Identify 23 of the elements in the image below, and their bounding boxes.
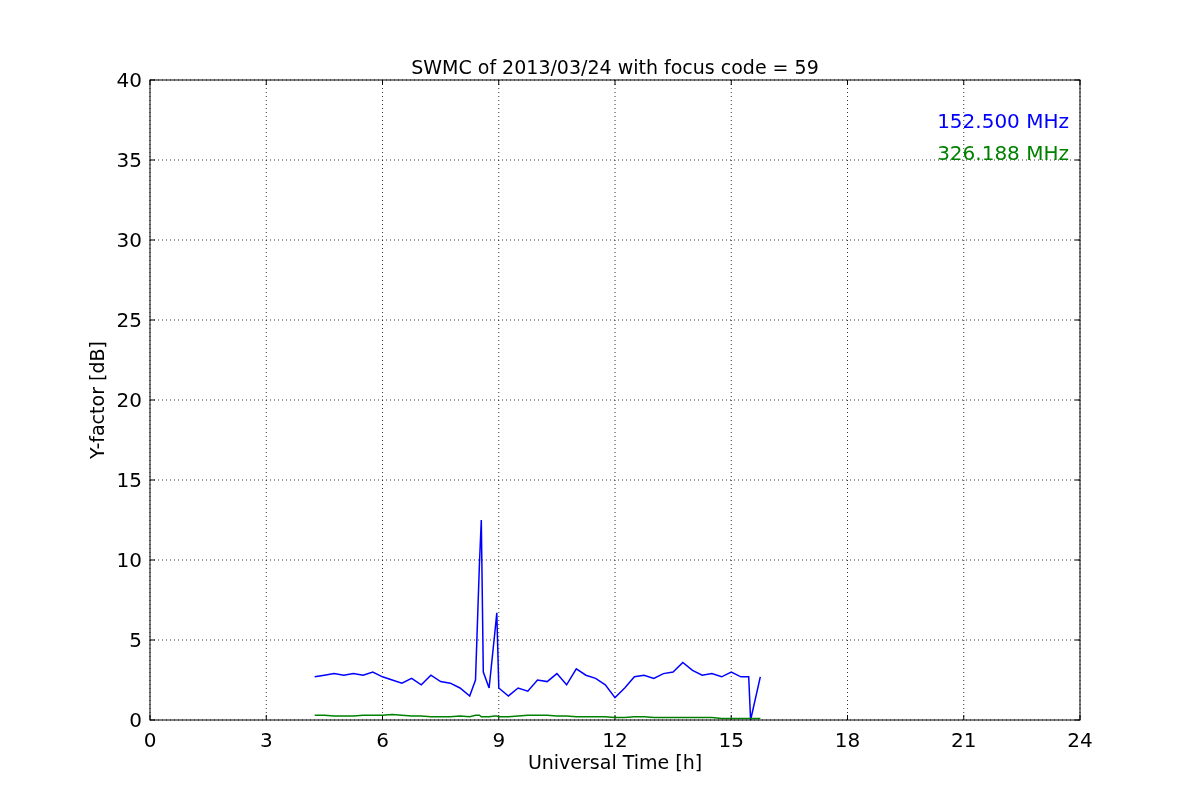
y-tick-label: 0 [129, 708, 142, 732]
x-tick-label: 12 [602, 728, 628, 752]
x-tick-label: 21 [951, 728, 977, 752]
y-tick-label: 35 [116, 148, 142, 172]
y-tick-label: 25 [116, 308, 142, 332]
y-tick-label: 40 [116, 68, 142, 92]
chart-title: SWMC of 2013/03/24 with focus code = 59 [411, 56, 819, 78]
y-tick-label: 20 [116, 388, 142, 412]
x-tick-label: 0 [143, 728, 157, 752]
x-tick-label: 24 [1067, 728, 1093, 752]
y-axis-label: Y-factor [dB] [86, 341, 108, 459]
x-tick-label: 3 [259, 728, 273, 752]
x-tick-label: 18 [834, 728, 861, 752]
x-tick-label: 6 [376, 728, 389, 752]
legend-label: 326.188 MHz [937, 141, 1069, 165]
x-axis-label: Universal Time [h] [527, 751, 703, 773]
y-tick-label: 10 [116, 548, 142, 572]
x-tick-label: 15 [718, 728, 744, 752]
legend-label: 152.500 MHz [937, 109, 1069, 133]
y-tick-label: 15 [116, 468, 142, 492]
x-tick-label: 9 [492, 728, 506, 752]
y-tick-label: 30 [116, 228, 142, 252]
y-tick-label: 5 [129, 628, 142, 652]
